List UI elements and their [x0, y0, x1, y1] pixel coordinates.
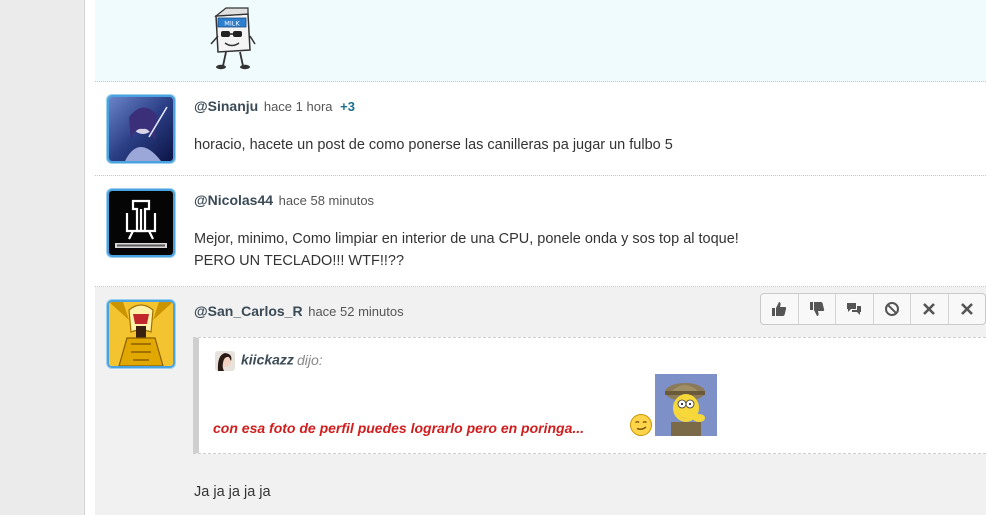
- left-gutter: [0, 0, 85, 515]
- block-icon: [884, 302, 899, 316]
- timestamp: hace 58 minutos: [278, 193, 375, 208]
- close-button[interactable]: [949, 294, 986, 324]
- comment-item: @Nicolas44 hace 58 minutos Mejor, minimo…: [95, 176, 986, 287]
- username-link[interactable]: @Nicolas44: [194, 192, 273, 208]
- avatar[interactable]: [107, 95, 175, 163]
- svg-text:MILK: MILK: [224, 20, 240, 28]
- thumbs-up-button[interactable]: [761, 294, 799, 324]
- comment-line: Mejor, minimo, Como limpiar en interior …: [194, 231, 739, 247]
- comment-meta: @Nicolas44 hace 58 minutos: [194, 192, 374, 208]
- username-link[interactable]: @San_Carlos_R: [194, 303, 303, 319]
- reply-button[interactable]: [836, 294, 874, 324]
- score-badge: +3: [340, 99, 355, 114]
- comments-page: MILK @Sinanju hace 1 hora +3 horacio, ha…: [85, 0, 986, 515]
- comment-line: PERO UN TECLADO!!! WTF!!??: [194, 253, 405, 269]
- comment-text: horacio, hacete un post de como ponerse …: [194, 134, 673, 156]
- quote-author[interactable]: kiickazz: [241, 352, 294, 368]
- thumbs-down-button[interactable]: [799, 294, 836, 324]
- username-link[interactable]: @Sinanju: [194, 98, 258, 114]
- comment-meta: @San_Carlos_R hace 52 minutos: [194, 303, 404, 319]
- milk-carton-sticker: MILK: [210, 7, 256, 70]
- comment-text: Mejor, minimo, Como limpiar en interior …: [194, 228, 739, 272]
- quote-said-label: dijo:: [296, 351, 323, 368]
- avatar[interactable]: [107, 189, 175, 257]
- speech-bubbles-icon: [847, 303, 862, 315]
- close-icon: [960, 303, 973, 315]
- comment-meta: @Sinanju hace 1 hora +3: [194, 98, 355, 114]
- block-button[interactable]: [874, 294, 911, 324]
- comment-item: @Sinanju hace 1 hora +3 horacio, hacete …: [95, 82, 986, 176]
- homer-detective-image: [655, 374, 717, 436]
- comment-actions-toolbar: [760, 293, 986, 325]
- delete-button[interactable]: [911, 294, 949, 324]
- timestamp: hace 1 hora: [263, 99, 333, 114]
- x-icon: [923, 303, 936, 315]
- previous-comment-tail: MILK: [95, 0, 986, 82]
- thumbs-up-icon: [772, 302, 787, 316]
- comment-item-hovered: @San_Carlos_R hace 52 minutos kiickazz d…: [95, 287, 986, 515]
- quote-text: con esa foto de perfil puedes lograrlo p…: [213, 420, 585, 436]
- avatar[interactable]: [107, 300, 175, 368]
- quoted-comment: kiickazz dijo: con esa foto de perfil pue…: [193, 337, 986, 454]
- quote-avatar[interactable]: [215, 351, 235, 371]
- quote-header: kiickazz dijo:: [215, 351, 323, 371]
- comment-text: Ja ja ja ja ja: [194, 484, 271, 500]
- comment-line: horacio, hacete un post de como ponerse …: [194, 137, 673, 153]
- timestamp: hace 52 minutos: [308, 304, 404, 319]
- thumbs-down-icon: [809, 302, 824, 316]
- smirk-emoji-icon: [630, 414, 652, 436]
